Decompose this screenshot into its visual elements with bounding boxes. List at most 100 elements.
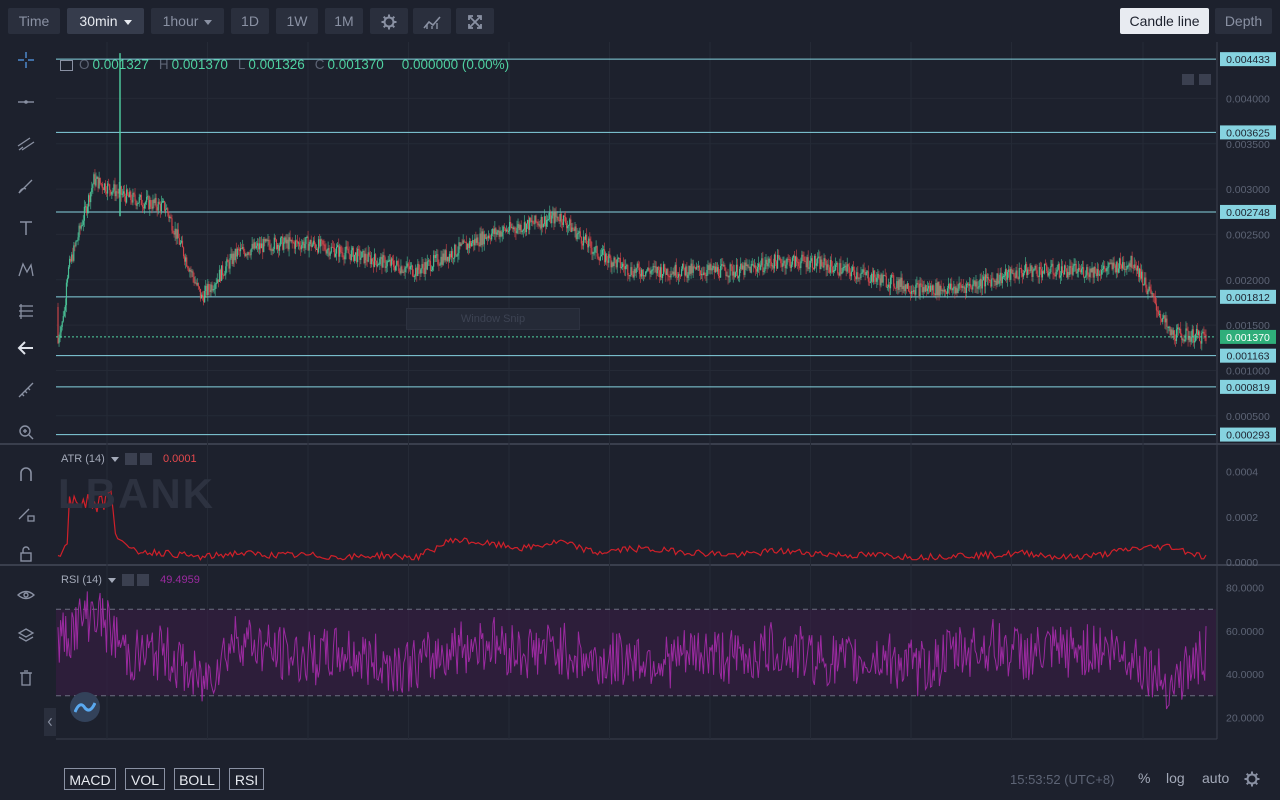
back-tool[interactable] xyxy=(12,334,40,362)
candle-body xyxy=(699,270,702,276)
candle-body xyxy=(767,263,769,267)
chart-area[interactable]: Aug4710131619222528Sep0.0040000.0035000.… xyxy=(0,42,1280,742)
candle-body xyxy=(956,287,958,293)
auto-toggle[interactable]: auto xyxy=(1202,770,1229,786)
depth-button[interactable]: Depth xyxy=(1215,8,1272,34)
candle-body xyxy=(507,230,510,232)
candle-body xyxy=(628,275,630,277)
lock-drawing-tool[interactable] xyxy=(12,500,40,528)
scroll-up-button[interactable] xyxy=(1182,74,1194,85)
interval-1w-button[interactable]: 1W xyxy=(276,8,318,34)
visibility-tool[interactable] xyxy=(12,581,40,609)
candle-body xyxy=(1053,273,1055,275)
fib-tool[interactable] xyxy=(12,298,40,326)
crosshair-tool[interactable] xyxy=(12,46,40,74)
ruler-tool[interactable] xyxy=(12,376,40,404)
candle-body xyxy=(736,264,739,278)
level-price-label: 0.001812 xyxy=(1226,292,1270,304)
candle-body xyxy=(1097,269,1099,276)
rsi-close-icon[interactable] xyxy=(137,574,150,587)
fullscreen-button[interactable] xyxy=(456,8,494,34)
interval-1d-button[interactable]: 1D xyxy=(231,8,269,34)
time-button[interactable]: Time xyxy=(8,8,60,34)
candle-body xyxy=(205,285,207,291)
scroll-down-button[interactable] xyxy=(1199,74,1211,85)
candle-body xyxy=(782,263,784,267)
interval-1m-button[interactable]: 1M xyxy=(325,8,363,34)
candle-body xyxy=(762,258,764,272)
candle-body xyxy=(589,238,591,241)
chevron-down-icon[interactable] xyxy=(107,577,116,583)
vol-button[interactable]: VOL xyxy=(125,768,165,790)
atr-settings-icon[interactable] xyxy=(124,453,137,466)
drawing-label[interactable]: Window Snip xyxy=(406,308,580,330)
candle-body xyxy=(329,252,331,256)
horizontal-line-tool[interactable] xyxy=(12,88,40,116)
zoom-tool[interactable] xyxy=(12,418,40,446)
candle-body xyxy=(976,281,978,289)
candle-body xyxy=(399,270,401,274)
candle-body xyxy=(1184,339,1186,342)
price-chart[interactable]: Aug4710131619222528Sep0.0040000.0035000.… xyxy=(0,42,1280,742)
collapse-toolbar-button[interactable] xyxy=(44,708,56,736)
candle-body xyxy=(992,278,994,280)
candle-body xyxy=(1145,277,1147,288)
text-tool[interactable] xyxy=(12,214,40,242)
layers-tool[interactable] xyxy=(12,622,40,650)
candle-body xyxy=(141,205,144,207)
candle-body xyxy=(1134,264,1136,269)
ohlc-low-label: L xyxy=(237,57,246,72)
candle-body xyxy=(288,237,290,250)
rsi-button[interactable]: RSI xyxy=(229,768,264,790)
candle-body xyxy=(1004,269,1007,276)
eye-icon xyxy=(17,590,35,600)
magnet-tool[interactable] xyxy=(12,460,40,488)
settings-button[interactable] xyxy=(370,8,408,34)
brush-tool[interactable] xyxy=(12,172,40,200)
candle-body xyxy=(637,263,639,268)
candle-body xyxy=(1000,272,1002,284)
percent-toggle[interactable]: % xyxy=(1138,770,1150,786)
candle-body xyxy=(494,228,496,234)
candle-body xyxy=(280,238,282,246)
chart-style-button[interactable] xyxy=(413,8,451,34)
candle-body xyxy=(578,231,580,234)
candle-body xyxy=(840,263,842,274)
candle-body xyxy=(296,240,299,244)
candle-body xyxy=(1108,262,1110,268)
candle-body xyxy=(360,257,362,260)
candle-body xyxy=(707,265,709,270)
delete-tool[interactable] xyxy=(12,664,40,692)
candle-body xyxy=(411,265,414,276)
lock-tool[interactable] xyxy=(12,540,40,568)
candle-body xyxy=(950,283,952,290)
candle-body xyxy=(916,283,918,285)
candle-body xyxy=(334,253,337,257)
log-toggle[interactable]: log xyxy=(1166,770,1185,786)
candle-body xyxy=(871,273,874,282)
candle-body xyxy=(93,174,95,185)
candle-body xyxy=(676,277,678,279)
candle-line-button[interactable]: Candle line xyxy=(1120,8,1209,34)
candle-body xyxy=(233,253,235,261)
pattern-tool[interactable] xyxy=(12,256,40,284)
candle-body xyxy=(717,267,720,277)
parallel-channel-tool[interactable] xyxy=(12,130,40,158)
boll-button[interactable]: BOLL xyxy=(174,768,220,790)
assistant-logo[interactable] xyxy=(70,692,100,722)
candle-body xyxy=(64,305,66,311)
atr-close-icon[interactable] xyxy=(139,453,152,466)
candle-body xyxy=(308,243,310,251)
candle-body xyxy=(833,269,836,271)
chevron-down-icon[interactable] xyxy=(110,456,119,462)
macd-button[interactable]: MACD xyxy=(64,768,116,790)
candle-body xyxy=(401,266,403,273)
interval-1hour-dropdown[interactable]: 1hour xyxy=(151,8,224,34)
candle-body xyxy=(500,231,502,237)
candle-body xyxy=(311,244,313,248)
interval-30min-dropdown[interactable]: 30min xyxy=(67,8,144,34)
legend-toggle-icon[interactable] xyxy=(60,59,73,71)
candle-body xyxy=(754,265,757,270)
bottom-settings-button[interactable] xyxy=(1244,771,1260,790)
rsi-settings-icon[interactable] xyxy=(122,574,135,587)
